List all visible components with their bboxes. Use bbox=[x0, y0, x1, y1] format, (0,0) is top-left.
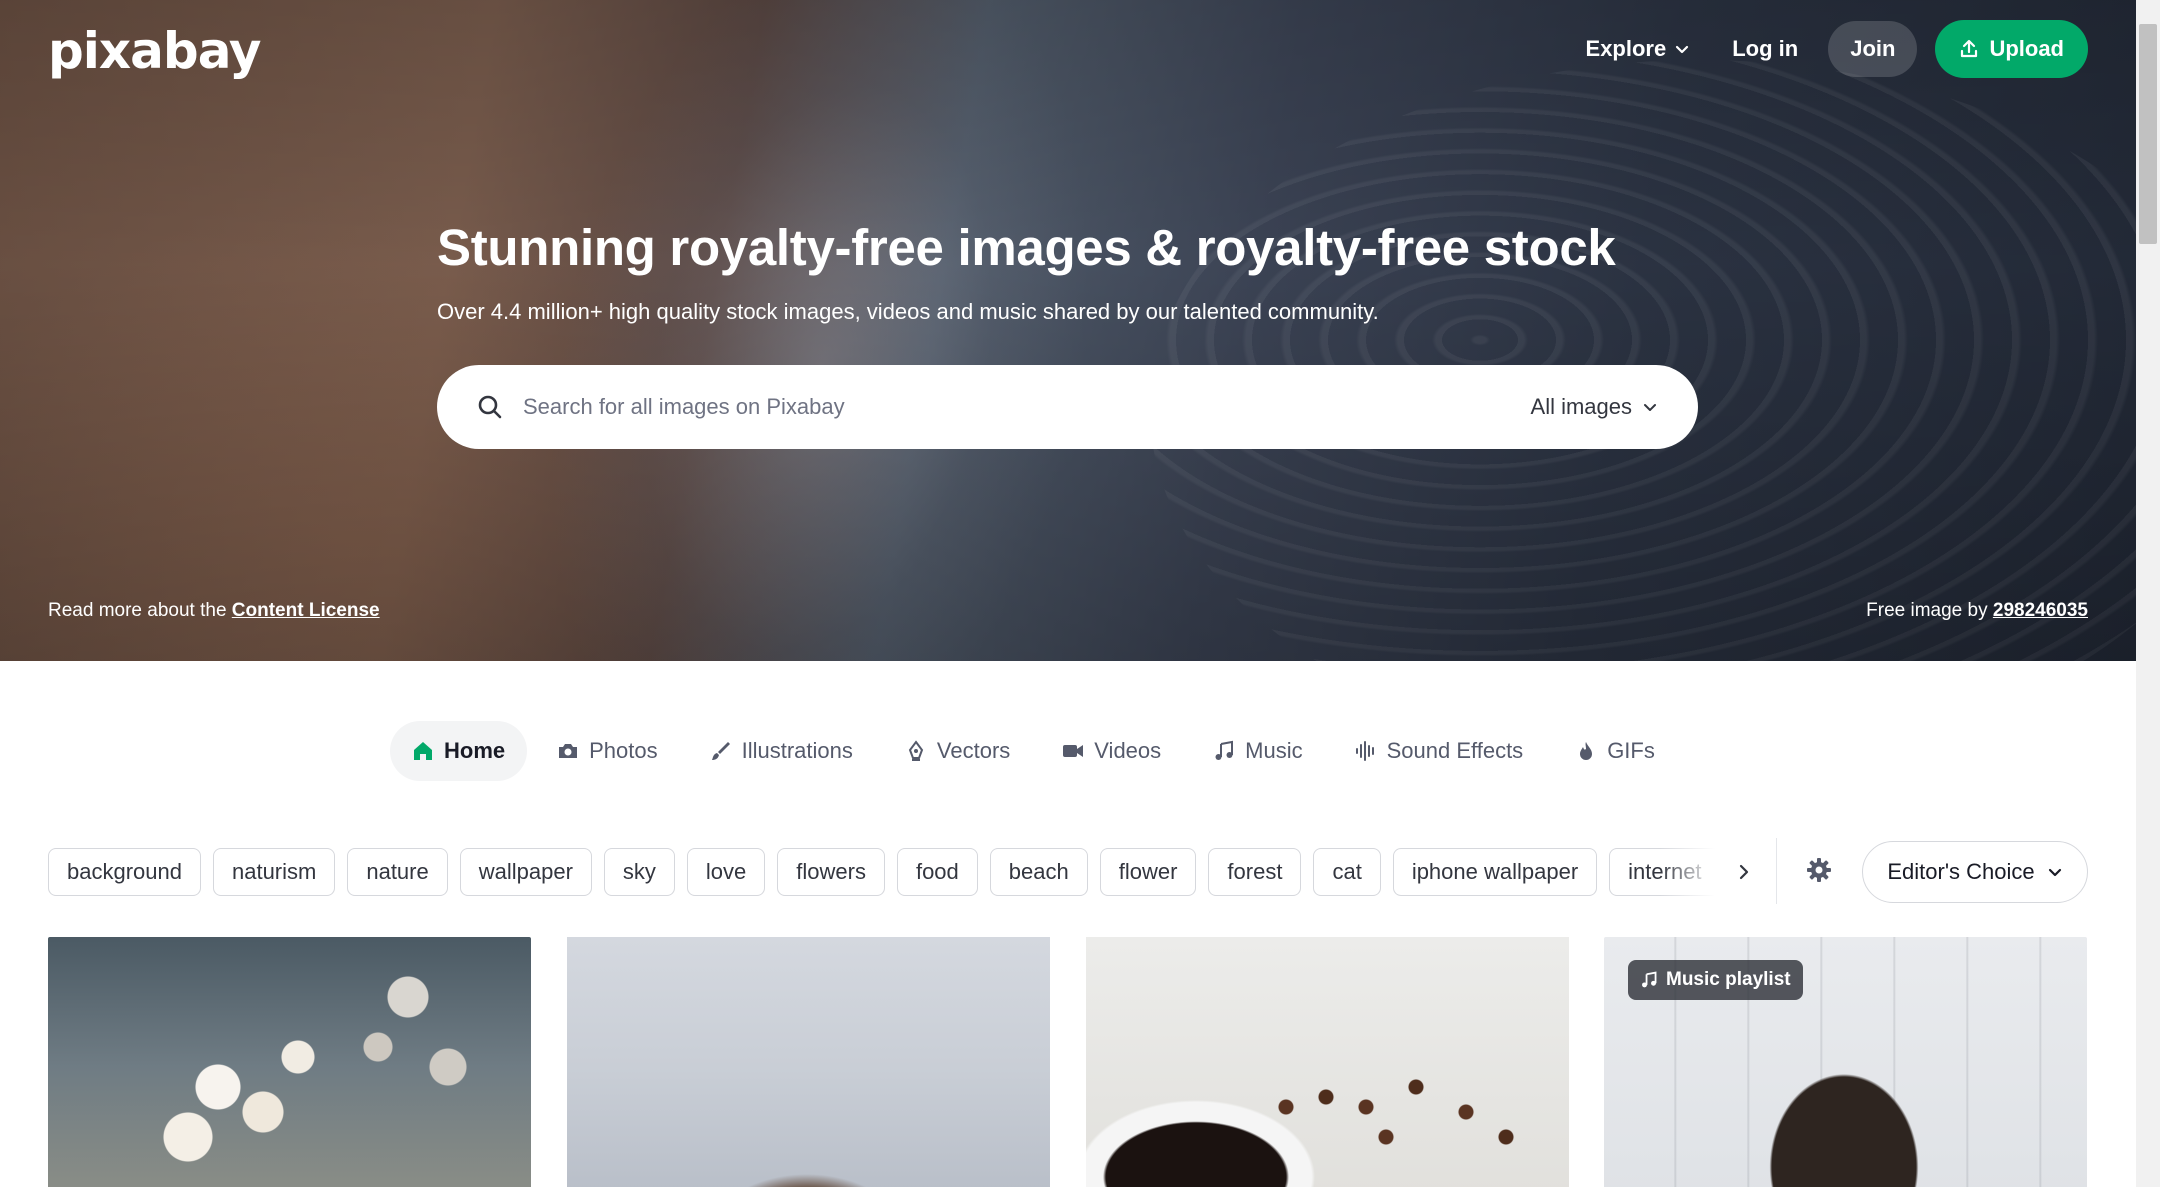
tag-chip[interactable]: nature bbox=[347, 848, 448, 896]
tag-chip[interactable]: iphone wallpaper bbox=[1392, 848, 1598, 896]
brush-icon bbox=[711, 742, 730, 760]
tag-chip[interactable]: forest bbox=[1208, 848, 1302, 896]
pen-nib-icon bbox=[908, 740, 924, 761]
hero-banner: pixabay Explore Log in Join Upload Stunn… bbox=[0, 0, 2136, 661]
upload-button[interactable]: Upload bbox=[1935, 20, 2088, 78]
chips-next-button[interactable] bbox=[1724, 852, 1764, 892]
tab-sound-effects[interactable]: Sound Effects bbox=[1333, 721, 1546, 781]
tab-videos[interactable]: Videos bbox=[1040, 721, 1183, 781]
music-playlist-badge: Music playlist bbox=[1628, 960, 1803, 1000]
sort-dropdown[interactable]: Editor's Choice bbox=[1862, 841, 2088, 903]
top-nav: Explore Log in Join Upload bbox=[1574, 20, 2088, 78]
license-prefix: Read more about the bbox=[48, 600, 232, 621]
join-button[interactable]: Join bbox=[1828, 21, 1918, 77]
waveform-icon bbox=[1355, 741, 1374, 761]
credit-user-link[interactable]: 298246035 bbox=[1993, 600, 2088, 621]
gear-icon[interactable] bbox=[1805, 856, 1833, 884]
tag-chip[interactable]: sky bbox=[603, 848, 675, 896]
tag-chip[interactable]: love bbox=[686, 848, 766, 896]
search-icon bbox=[478, 395, 502, 419]
tab-photos[interactable]: Photos bbox=[535, 721, 680, 781]
tag-chip[interactable]: cat bbox=[1313, 848, 1381, 896]
image-type-dropdown[interactable]: All images bbox=[1531, 394, 1658, 420]
tag-chip[interactable]: wallpaper bbox=[459, 848, 592, 896]
tab-vectors[interactable]: Vectors bbox=[883, 721, 1032, 781]
image-type-label: All images bbox=[1530, 394, 1632, 419]
tag-chip[interactable]: flower bbox=[1099, 848, 1197, 896]
tag-chip[interactable]: naturism bbox=[212, 848, 336, 896]
home-icon bbox=[414, 742, 432, 760]
license-note: Read more about the Content License bbox=[48, 600, 380, 622]
music-note-icon bbox=[1215, 740, 1234, 760]
chevron-right-icon bbox=[1739, 864, 1749, 880]
chevron-down-icon bbox=[2048, 868, 2061, 877]
flame-icon bbox=[1580, 742, 1593, 760]
tag-chip[interactable]: beach bbox=[989, 848, 1088, 896]
search-input[interactable] bbox=[523, 394, 1531, 420]
hero-overlay bbox=[0, 0, 2136, 661]
tab-label: Sound Effects bbox=[1386, 738, 1524, 763]
explore-menu-button[interactable]: Explore bbox=[1574, 28, 1703, 70]
tab-music[interactable]: Music bbox=[1191, 721, 1324, 781]
hero-title: Stunning royalty-free images & royalty-f… bbox=[437, 219, 1616, 276]
divider bbox=[1776, 838, 1777, 904]
image-card-cherry-blossom[interactable] bbox=[48, 937, 531, 1187]
tab-illustrations[interactable]: Illustrations bbox=[688, 721, 875, 781]
hero-subtitle: Over 4.4 million+ high quality stock ima… bbox=[437, 299, 1379, 324]
image-card-bird[interactable] bbox=[567, 937, 1050, 1187]
explore-label: Explore bbox=[1585, 36, 1667, 61]
tab-label: Photos bbox=[589, 738, 658, 763]
chevron-down-icon bbox=[1676, 45, 1689, 54]
tag-chip[interactable]: background bbox=[48, 848, 201, 896]
tab-label: Illustrations bbox=[741, 738, 853, 763]
tag-chip[interactable]: food bbox=[896, 848, 978, 896]
tag-chip[interactable]: flowers bbox=[777, 848, 885, 896]
sort-label: Editor's Choice bbox=[1887, 859, 2035, 884]
chevron-down-icon bbox=[1644, 404, 1656, 411]
tag-chips-row: background naturism nature wallpaper sky… bbox=[48, 848, 1738, 896]
scrollbar-thumb[interactable] bbox=[2139, 24, 2157, 244]
content-license-link[interactable]: Content License bbox=[232, 600, 380, 621]
image-credit: Free image by 298246035 bbox=[1866, 600, 2088, 622]
search-bar: All images bbox=[437, 365, 1698, 449]
tab-label: Music bbox=[1245, 738, 1303, 763]
page-scrollbar[interactable] bbox=[2136, 0, 2160, 1187]
tab-gifs[interactable]: GIFs bbox=[1553, 721, 1677, 781]
credit-prefix: Free image by bbox=[1866, 600, 1993, 621]
tab-home[interactable]: Home bbox=[390, 721, 528, 781]
video-camera-icon bbox=[1063, 745, 1084, 757]
tab-label: Home bbox=[444, 738, 506, 763]
music-note-icon bbox=[1642, 971, 1657, 988]
media-type-tabs: Home Photos Illustrations Vectors Videos… bbox=[390, 721, 1677, 781]
pixabay-logo[interactable]: pixabay bbox=[48, 22, 262, 80]
upload-label: Upload bbox=[1989, 36, 2064, 61]
badge-label: Music playlist bbox=[1666, 969, 1791, 990]
tab-label: Vectors bbox=[936, 738, 1011, 763]
upload-icon bbox=[1961, 39, 1978, 58]
tab-label: GIFs bbox=[1607, 738, 1655, 763]
camera-icon bbox=[559, 744, 578, 758]
login-link[interactable]: Log in bbox=[1720, 28, 1810, 70]
tab-label: Videos bbox=[1094, 738, 1162, 763]
image-card-coffee[interactable] bbox=[1086, 937, 1569, 1187]
